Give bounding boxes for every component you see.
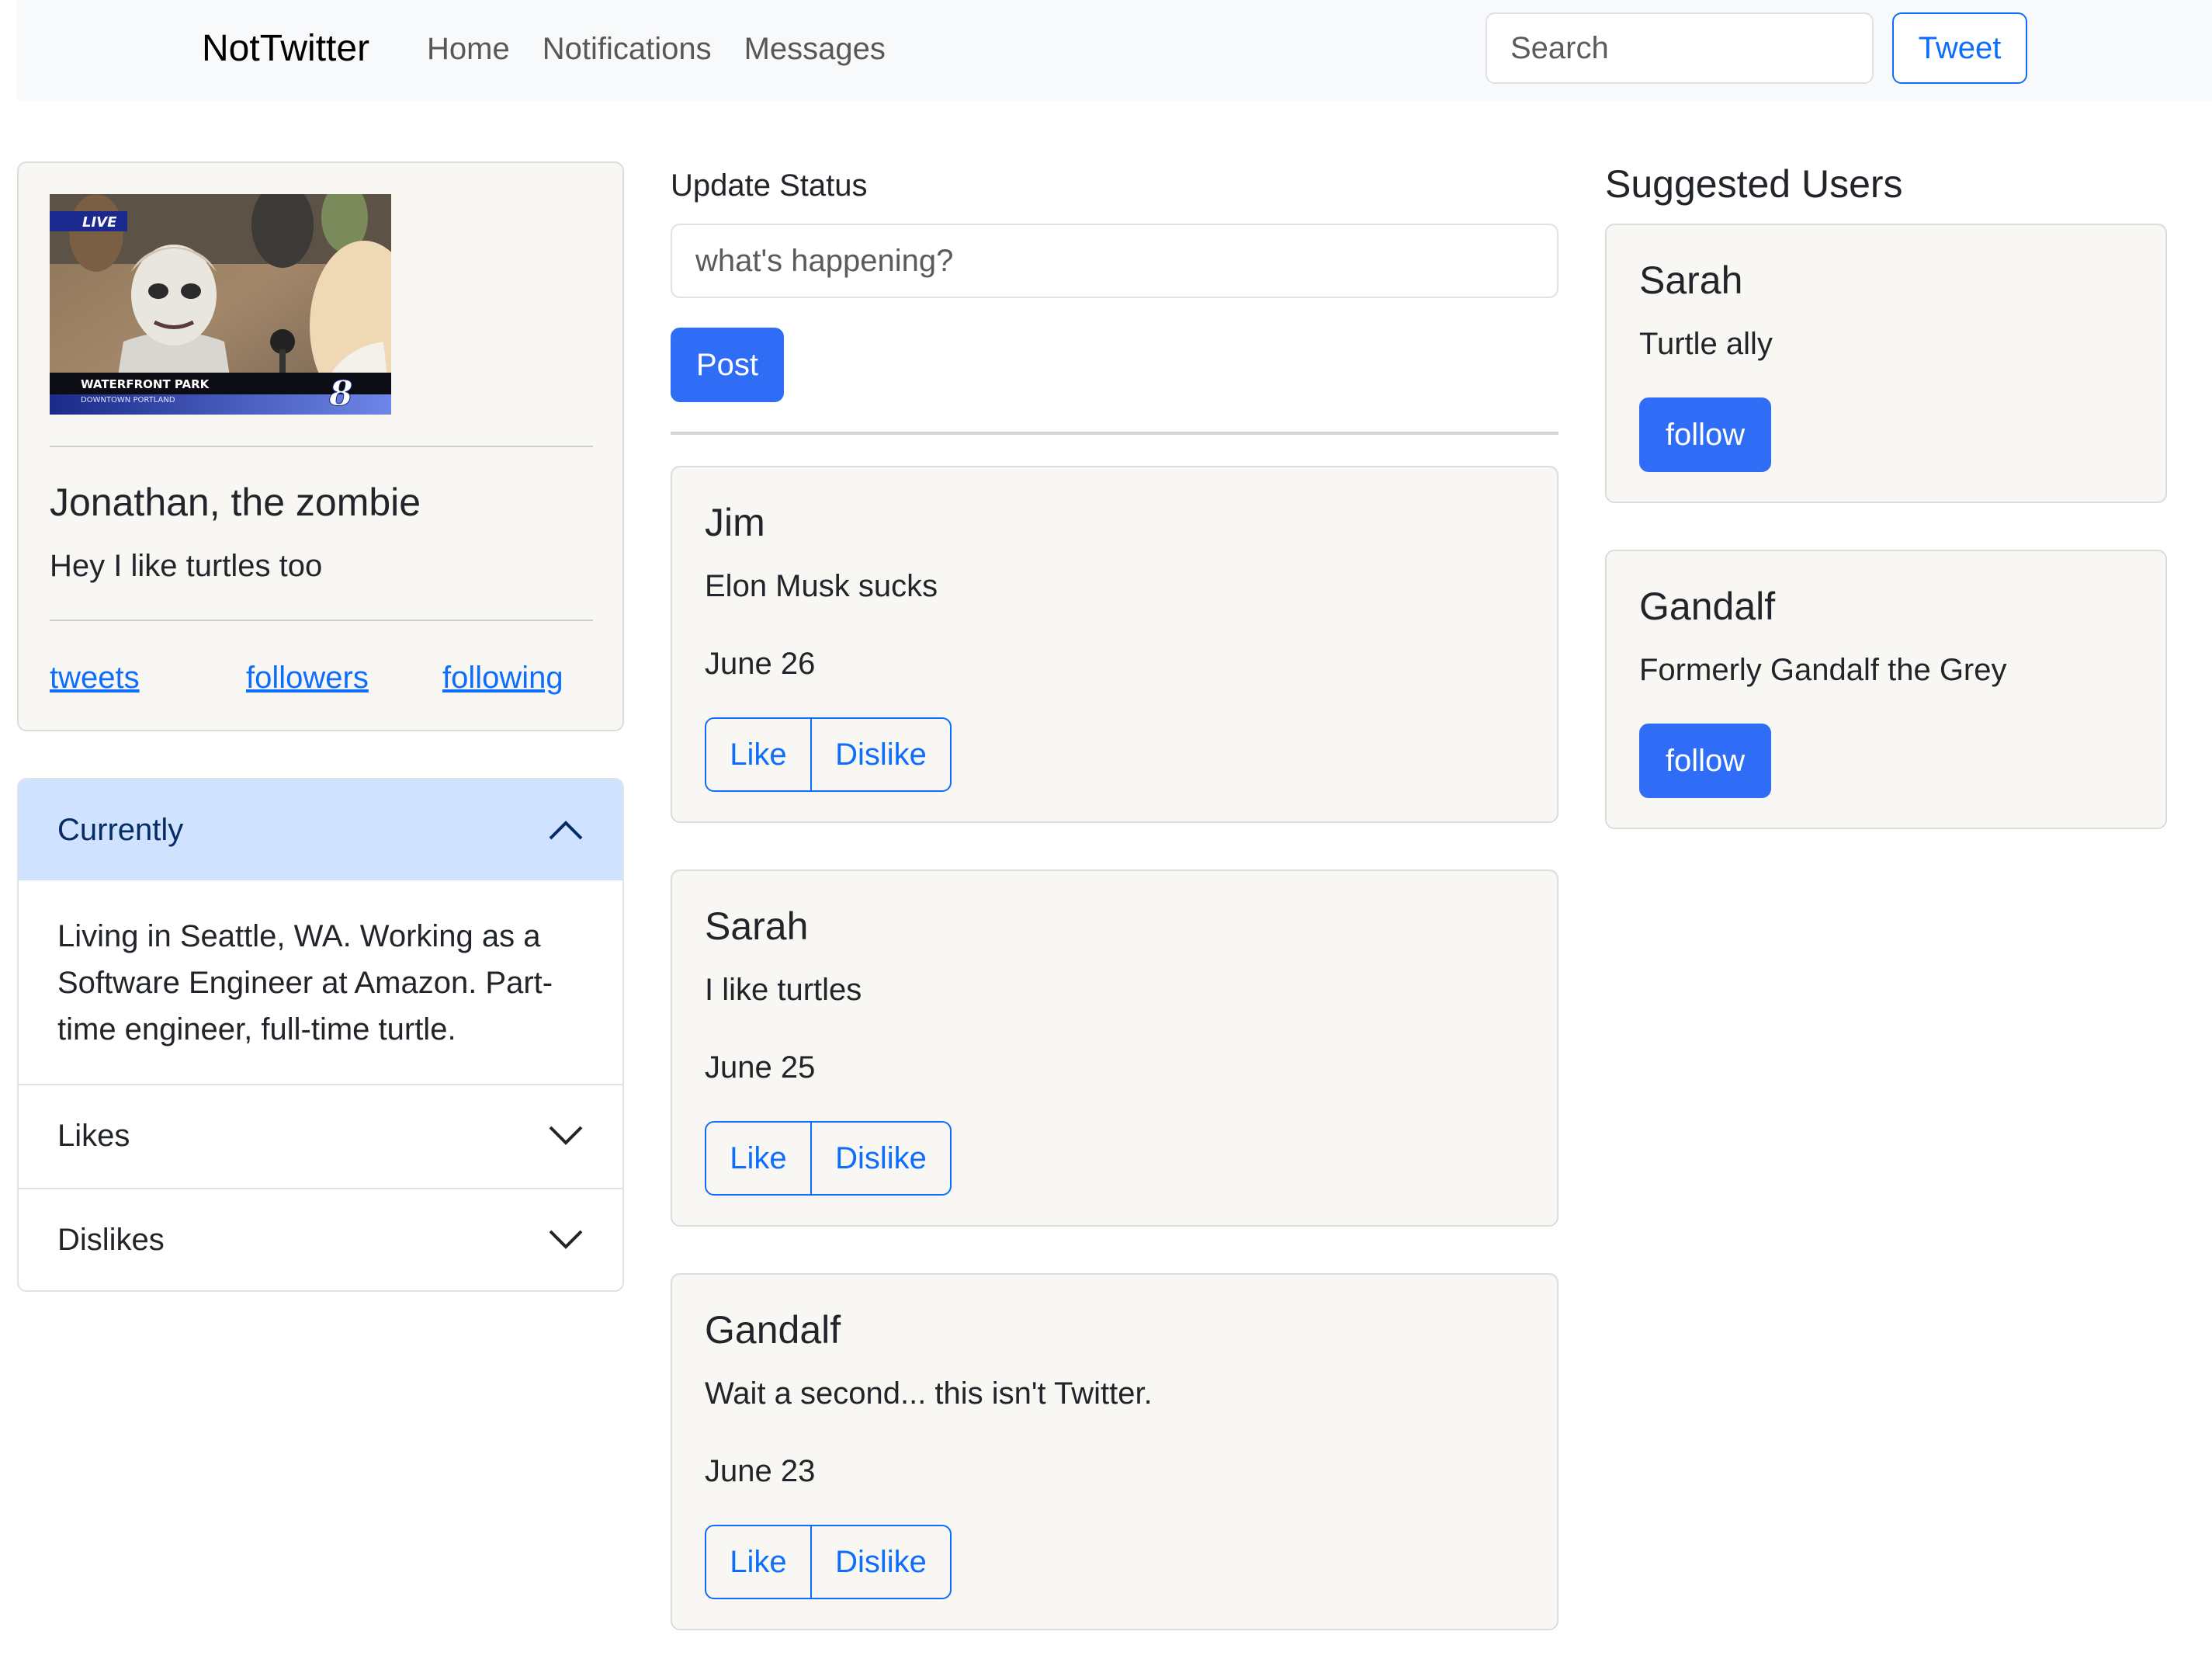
suggested-user-bio: Turtle ally <box>1639 327 1773 361</box>
dislike-button[interactable]: Dislike <box>810 1121 952 1196</box>
tweet-card: Jim Elon Musk sucks June 26 Like Dislike <box>671 466 1558 823</box>
tweet-author: Jim <box>705 501 765 544</box>
tweet-actions: Like Dislike <box>705 717 952 792</box>
accordion-body-currently: Living in Seattle, WA. Working as a Soft… <box>57 919 553 1047</box>
feed-divider <box>671 432 1558 435</box>
tweet-text: Wait a second... this isn't Twitter. <box>705 1376 1153 1411</box>
profile-card: LIVE WATERFRONT PARK DOWNTOWN PORTLAND 8… <box>17 161 624 731</box>
suggested-users-title: Suggested Users <box>1605 162 1903 206</box>
accordion-title-currently: Currently <box>57 812 184 847</box>
accordion-header-dislikes[interactable]: Dislikes <box>19 1189 622 1290</box>
tweet-card: Gandalf Wait a second... this isn't Twit… <box>671 1273 1558 1630</box>
search-input[interactable] <box>1486 12 1874 84</box>
image-subcaption: DOWNTOWN PORTLAND <box>81 396 175 404</box>
profile-divider-bottom <box>50 620 593 621</box>
accordion-header-currently[interactable]: Currently <box>19 779 622 880</box>
profile-accordion: Currently Living in Seattle, WA. Working… <box>17 778 624 1292</box>
nav-link-messages[interactable]: Messages <box>744 26 886 71</box>
suggested-user-name: Gandalf <box>1639 585 1776 628</box>
nav-links: Home Notifications Messages <box>427 26 886 71</box>
suggested-user-card: Sarah Turtle ally follow <box>1605 224 2167 503</box>
navbar: NotTwitter Home Notifications Messages T… <box>17 0 2212 101</box>
follow-button[interactable]: follow <box>1639 397 1771 472</box>
tweet-actions: Like Dislike <box>705 1525 952 1599</box>
following-link[interactable]: following <box>442 655 563 700</box>
followers-link[interactable]: followers <box>246 655 369 700</box>
tweet-text: I like turtles <box>705 973 862 1007</box>
dislike-button[interactable]: Dislike <box>810 1525 952 1599</box>
update-status-label: Update Status <box>671 168 868 203</box>
nav-link-notifications[interactable]: Notifications <box>543 26 712 71</box>
like-button[interactable]: Like <box>705 1121 812 1196</box>
accordion-title-dislikes: Dislikes <box>57 1222 165 1257</box>
channel-logo: 8 <box>328 374 353 414</box>
tweet-text: Elon Musk sucks <box>705 569 938 603</box>
brand-logo[interactable]: NotTwitter <box>202 23 369 75</box>
tweet-date: June 26 <box>705 647 816 681</box>
chevron-down-icon <box>549 1126 583 1145</box>
tweet-button[interactable]: Tweet <box>1892 12 2027 84</box>
nav-link-home[interactable]: Home <box>427 26 510 71</box>
dislike-button[interactable]: Dislike <box>810 717 952 792</box>
profile-bio: Hey I like turtles too <box>50 549 323 583</box>
profile-image: LIVE WATERFRONT PARK DOWNTOWN PORTLAND 8 <box>50 194 391 415</box>
tweet-card: Sarah I like turtles June 25 Like Dislik… <box>671 870 1558 1227</box>
post-button[interactable]: Post <box>671 328 784 402</box>
tweet-actions: Like Dislike <box>705 1121 952 1196</box>
tweet-date: June 25 <box>705 1050 816 1085</box>
chevron-up-icon <box>549 821 583 840</box>
suggested-user-bio: Formerly Gandalf the Grey <box>1639 653 2007 687</box>
accordion-header-likes[interactable]: Likes <box>19 1085 622 1186</box>
like-button[interactable]: Like <box>705 1525 812 1599</box>
tweet-author: Sarah <box>705 904 809 948</box>
like-button[interactable]: Like <box>705 717 812 792</box>
accordion-title-likes: Likes <box>57 1118 130 1153</box>
profile-photo: LIVE WATERFRONT PARK DOWNTOWN PORTLAND 8 <box>50 194 391 415</box>
suggested-user-card: Gandalf Formerly Gandalf the Grey follow <box>1605 550 2167 829</box>
tweet-author: Gandalf <box>705 1308 841 1352</box>
chevron-down-icon <box>549 1230 583 1249</box>
follow-button[interactable]: follow <box>1639 724 1771 798</box>
profile-divider-top <box>50 446 593 447</box>
image-caption: WATERFRONT PARK <box>81 377 210 391</box>
tweets-link[interactable]: tweets <box>50 655 140 700</box>
suggested-user-name: Sarah <box>1639 259 1743 302</box>
live-label: LIVE <box>82 214 117 231</box>
tweet-date: June 23 <box>705 1454 816 1488</box>
status-input[interactable] <box>671 224 1558 298</box>
profile-name: Jonathan, the zombie <box>50 481 421 524</box>
